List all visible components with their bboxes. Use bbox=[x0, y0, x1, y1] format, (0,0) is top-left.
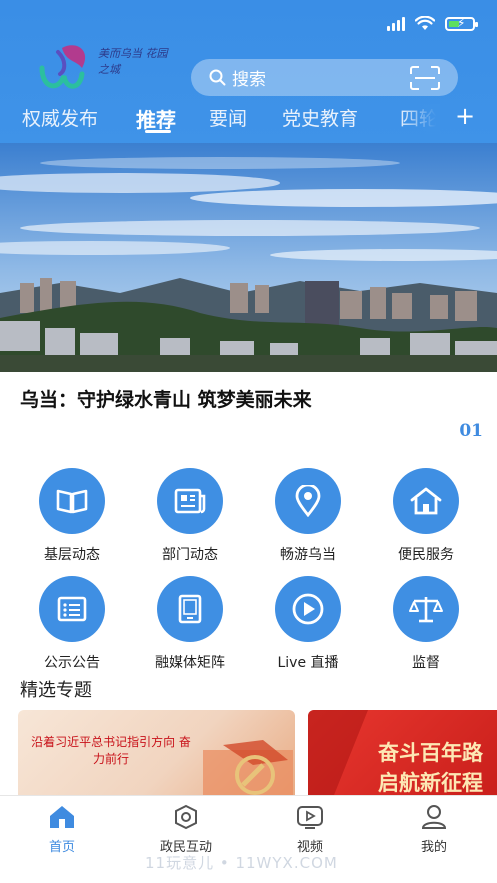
service-departments[interactable]: 部门动态 bbox=[135, 468, 245, 564]
tabbar-label: 我的 bbox=[420, 840, 447, 855]
newspaper-icon bbox=[157, 468, 223, 534]
app-logo: 美而乌当 花园之城 bbox=[36, 38, 168, 96]
battery-icon: ⚡ bbox=[445, 16, 478, 31]
add-channel-icon[interactable]: + bbox=[455, 102, 475, 130]
search-placeholder: 搜索 bbox=[232, 70, 266, 90]
play-icon bbox=[275, 576, 341, 642]
service-label: 基层动态 bbox=[44, 547, 100, 563]
featured-section-title: 精选专题 bbox=[20, 680, 92, 701]
featured-card-2-line2: 启航新征程 bbox=[378, 771, 483, 795]
banner-image[interactable] bbox=[0, 143, 497, 372]
tabbar-video[interactable]: 视频 bbox=[265, 804, 355, 855]
service-tourism[interactable]: 畅游乌当 bbox=[253, 468, 363, 564]
service-label: 公示公告 bbox=[44, 655, 100, 671]
service-label: 监督 bbox=[412, 655, 440, 671]
scan-icon[interactable] bbox=[410, 66, 440, 90]
signal-icon bbox=[387, 16, 405, 31]
service-label: 部门动态 bbox=[162, 547, 218, 563]
service-convenience[interactable]: 便民服务 bbox=[371, 468, 481, 564]
tab-party-history[interactable]: 党史教育 bbox=[282, 104, 358, 131]
tab-news[interactable]: 要闻 bbox=[209, 104, 247, 131]
service-label: Live 直播 bbox=[277, 655, 339, 671]
search-bar[interactable]: 搜索 bbox=[191, 59, 458, 96]
banner-page-index: 01 bbox=[459, 421, 483, 441]
tabbar-home[interactable]: 首页 bbox=[17, 804, 107, 855]
logo-text: 美而乌当 花园之城 bbox=[98, 47, 168, 76]
service-notices[interactable]: 公示公告 bbox=[17, 576, 127, 672]
service-media-matrix[interactable]: 融媒体矩阵 bbox=[135, 576, 245, 672]
tab-authority[interactable]: 权威发布 bbox=[22, 104, 98, 131]
featured-card-1-text: 沿着习近平总书记指引方向 奋力前行 bbox=[31, 735, 191, 766]
featured-card-2-text: 奋斗百年路 启航新征程 bbox=[378, 738, 483, 798]
service-label: 便民服务 bbox=[398, 547, 454, 563]
service-label: 融媒体矩阵 bbox=[155, 655, 225, 671]
featured-card-2-line1: 奋斗百年路 bbox=[378, 741, 483, 765]
active-tab-indicator bbox=[145, 130, 171, 133]
search-icon bbox=[209, 69, 226, 86]
user-icon bbox=[389, 804, 479, 830]
home-icon bbox=[393, 468, 459, 534]
tablet-icon bbox=[157, 576, 223, 642]
video-icon bbox=[265, 804, 355, 830]
tabs-fade bbox=[400, 104, 440, 138]
interaction-icon bbox=[141, 804, 231, 830]
status-bar: ⚡ bbox=[387, 16, 478, 31]
service-supervision[interactable]: 监督 bbox=[371, 576, 481, 672]
home-icon bbox=[17, 804, 107, 830]
notice-board-icon bbox=[39, 576, 105, 642]
header: ⚡ 美而乌当 花园之城 搜索 权威发布 推荐 要闻 党史教育 四轮 + bbox=[0, 0, 497, 143]
tabbar-interaction[interactable]: 政民互动 bbox=[141, 804, 231, 855]
service-label: 畅游乌当 bbox=[280, 547, 336, 563]
book-icon bbox=[39, 468, 105, 534]
wifi-icon bbox=[415, 16, 435, 30]
location-pin-icon bbox=[275, 468, 341, 534]
service-live[interactable]: Live 直播 bbox=[253, 576, 363, 672]
banner-title[interactable]: 乌当：守护绿水青山 筑梦美丽未来 bbox=[20, 385, 312, 412]
tabbar-label: 首页 bbox=[48, 840, 75, 855]
service-grassroots[interactable]: 基层动态 bbox=[17, 468, 127, 564]
scales-icon bbox=[393, 576, 459, 642]
tab-recommend[interactable]: 推荐 bbox=[136, 104, 176, 133]
watermark: 11玩意儿 • 11WYX.COM bbox=[145, 854, 338, 872]
tabbar-profile[interactable]: 我的 bbox=[389, 804, 479, 855]
